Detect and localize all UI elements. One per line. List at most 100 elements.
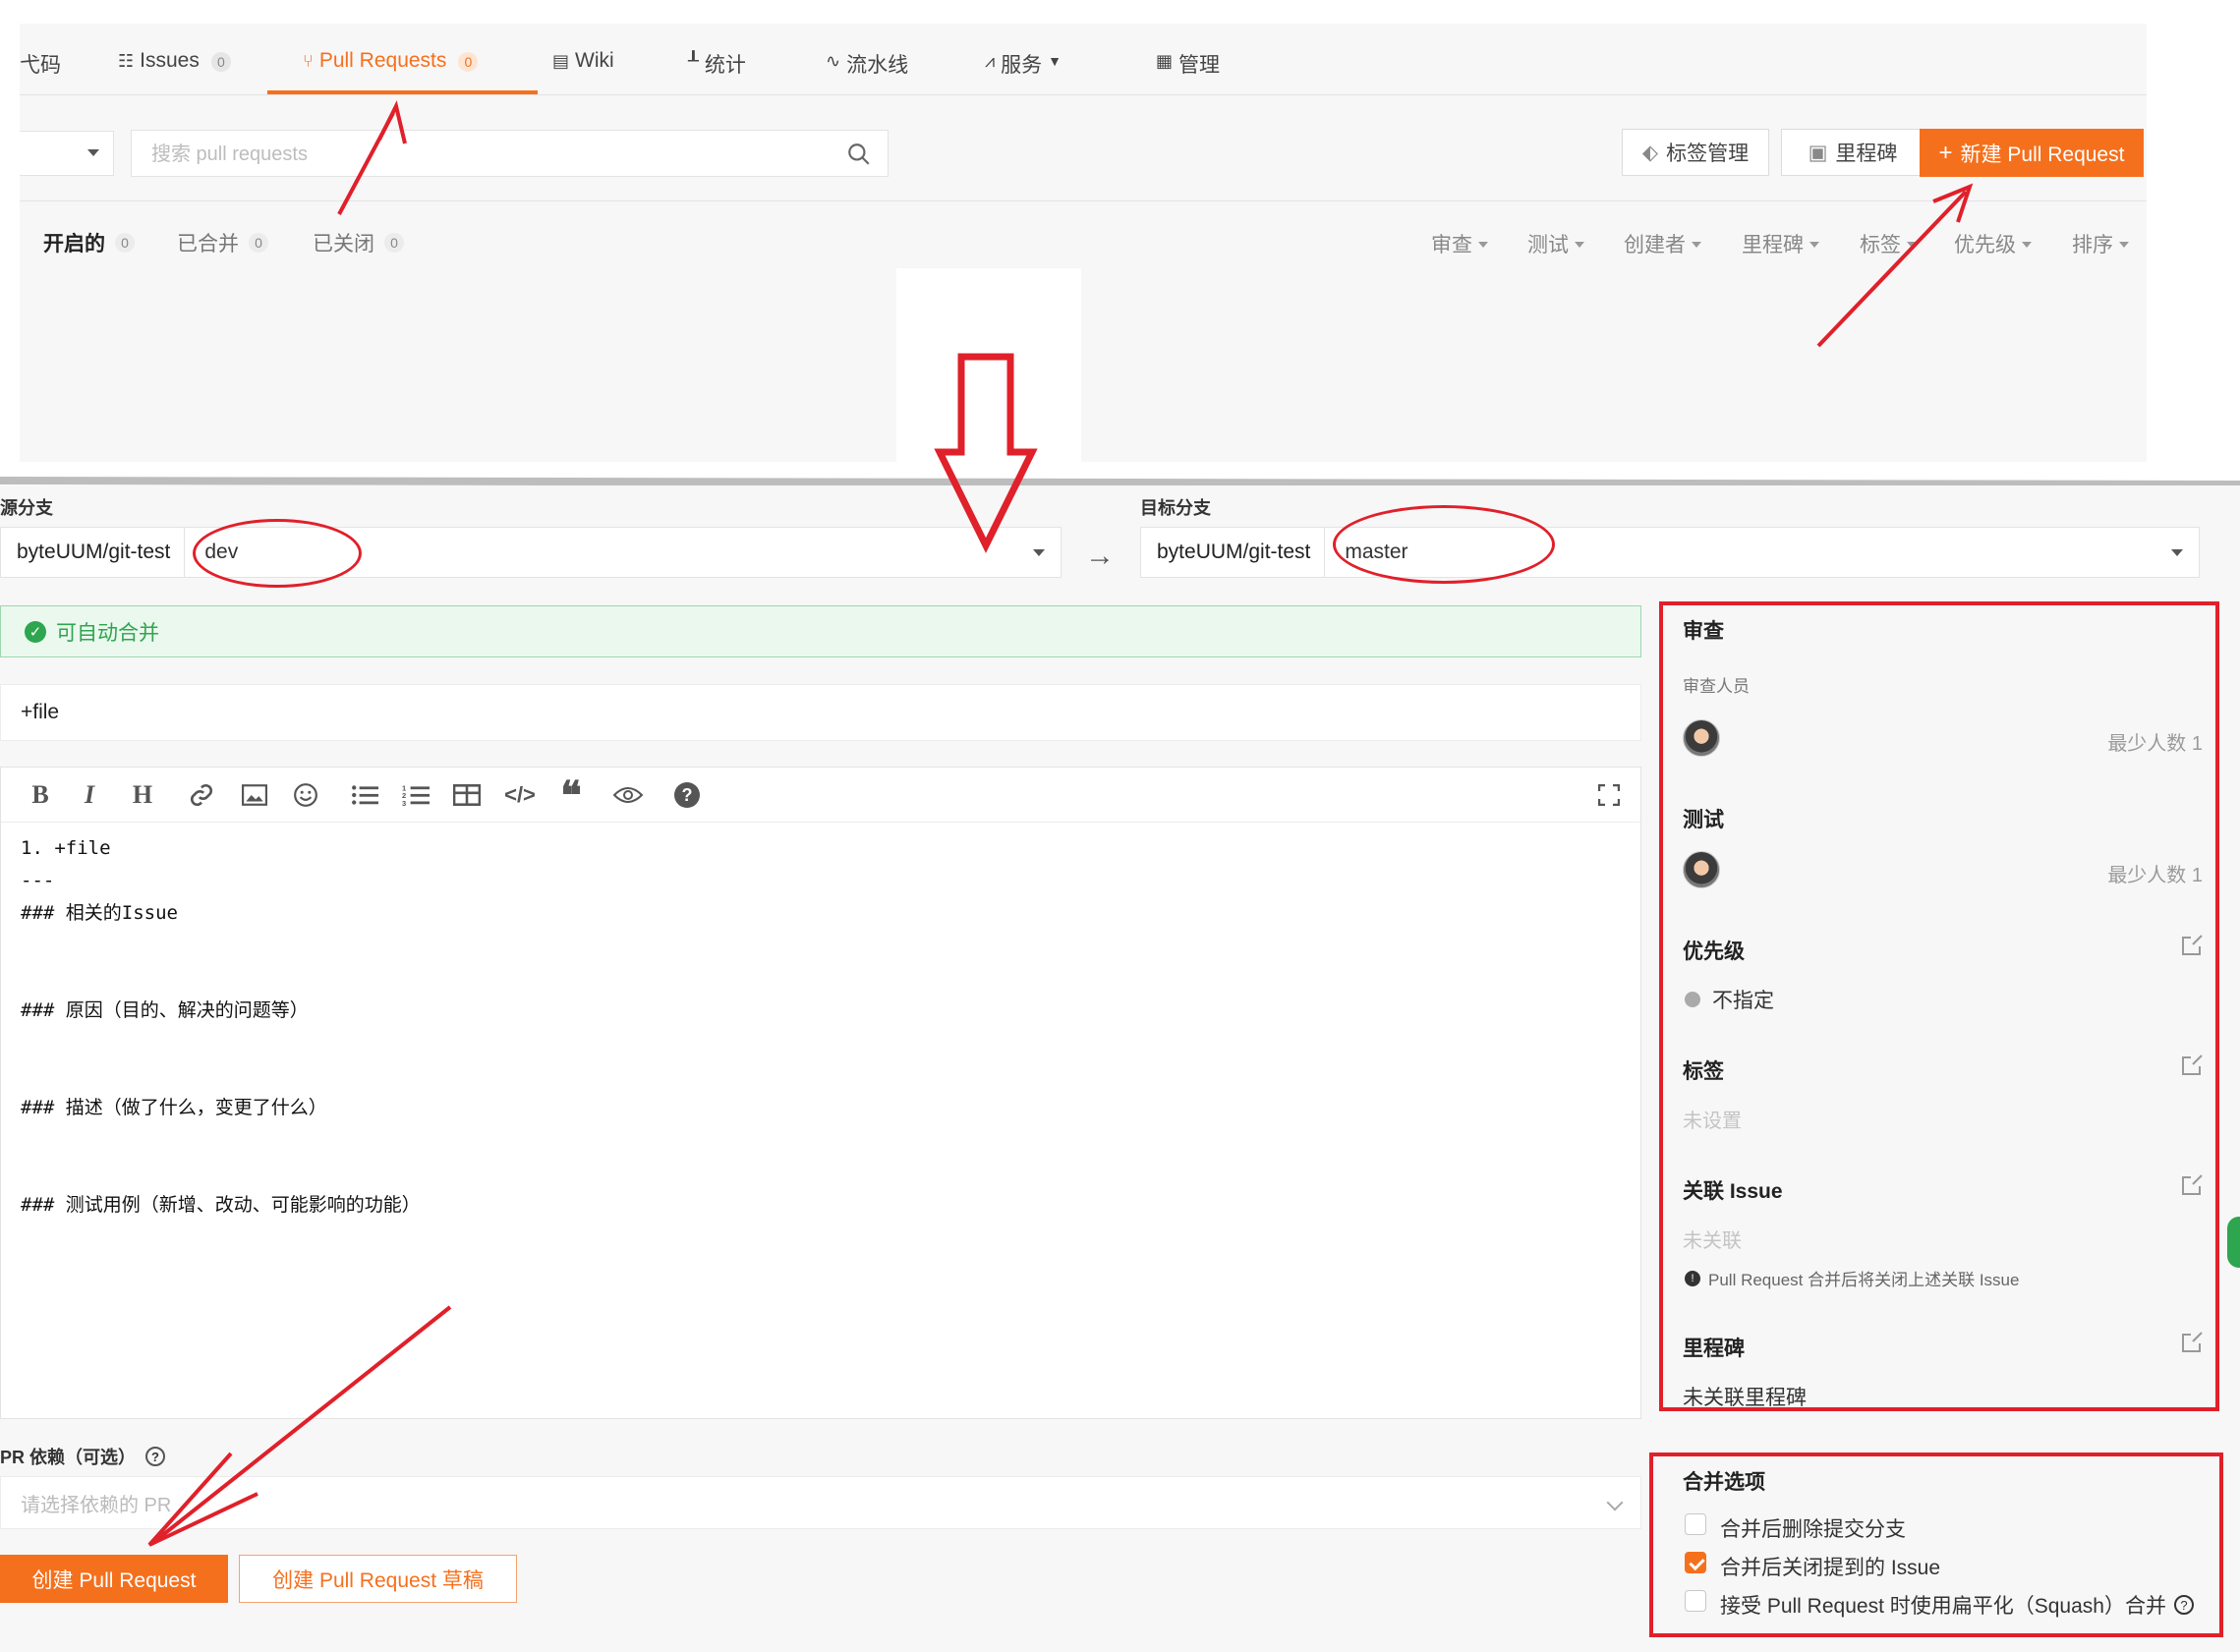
search-input[interactable] <box>151 141 820 168</box>
source-branch-value: dev <box>204 541 239 563</box>
tab-services[interactable]: ⩘ 服务 ▼ <box>985 49 1062 88</box>
svg-text:3: 3 <box>402 799 406 807</box>
image-icon[interactable] <box>237 777 272 813</box>
target-repo: byteUUM/git-test <box>1141 528 1326 577</box>
source-branch-selector[interactable]: byteUUM/git-test dev <box>0 527 1062 578</box>
issues-count-badge: 0 <box>210 52 231 72</box>
filter-label-dropdown[interactable]: 标签 <box>1860 229 1917 258</box>
ordered-list-icon[interactable]: 123 <box>398 777 433 813</box>
filter-test-dropdown[interactable]: 测试 <box>1527 229 1584 258</box>
editor-line: ### 测试用例（新增、改动、可能影响的功能） <box>21 1194 421 1216</box>
floating-green-widget[interactable] <box>2227 1217 2240 1268</box>
caret-down-icon <box>1907 242 1917 248</box>
info-icon: ! <box>1685 1270 1700 1286</box>
issues-icon: ☷ <box>118 51 135 71</box>
tab-pull-requests[interactable]: ⑂ Pull Requests 0 <box>303 49 479 88</box>
active-tab-indicator <box>267 90 538 94</box>
target-branch-selector[interactable]: byteUUM/git-test master <box>1140 527 2200 578</box>
caret-down-icon <box>1809 242 1819 248</box>
filter-sort-dropdown[interactable]: 排序 <box>2072 229 2129 258</box>
repo-tab-bar: 弋码 ☷ Issues 0 ⑂ Pull Requests 0 ▤ Wiki ┸… <box>20 24 2147 95</box>
caret-down-icon <box>1478 242 1488 248</box>
pr-title-input[interactable]: +file <box>0 684 1641 741</box>
question-circle-icon[interactable]: ? <box>2173 1595 2194 1615</box>
squash-merge-checkbox[interactable] <box>1685 1590 1706 1612</box>
labels-manage-button[interactable]: ⬖ 标签管理 <box>1622 129 1769 176</box>
search-box <box>131 130 889 177</box>
state-filter-row: 开启的 0 已合并 0 已关闭 0 审查 测试 创建者 里程碑 标签 优先级 排… <box>20 201 2147 280</box>
reviewer-avatar[interactable] <box>1683 719 1720 757</box>
source-branch-label: 源分支 <box>0 498 53 518</box>
delete-branch-checkbox[interactable] <box>1685 1513 1706 1535</box>
filter-review-dropdown[interactable]: 审查 <box>1431 229 1488 258</box>
question-circle-icon[interactable]: ? <box>145 1447 166 1466</box>
emoji-icon[interactable] <box>288 777 323 813</box>
unordered-list-icon[interactable] <box>347 777 382 813</box>
create-pull-request-button[interactable]: 创建 Pull Request <box>0 1555 228 1603</box>
quote-icon[interactable]: ❝ <box>553 773 589 818</box>
markdown-editor[interactable]: B I H 123 </> ❝ ? 1. +file --- ### 相关的Is… <box>0 767 1641 1419</box>
target-branch-label: 目标分支 <box>1140 498 1211 518</box>
caret-down-icon <box>2022 242 2032 248</box>
preview-eye-icon[interactable] <box>610 777 646 813</box>
edit-priority-icon[interactable] <box>2180 934 2204 957</box>
pull-request-icon: ⑂ <box>303 51 314 71</box>
closed-count-badge: 0 <box>384 233 404 253</box>
heading-icon[interactable]: H <box>125 777 160 813</box>
editor-line: ### 描述（做了什么，变更了什么） <box>21 1097 327 1118</box>
link-icon[interactable] <box>184 777 219 813</box>
manage-icon: ▦ <box>1156 51 1174 71</box>
caret-down-icon <box>1033 548 1045 556</box>
table-icon[interactable] <box>449 777 485 813</box>
filter-milestone-dropdown[interactable]: 里程碑 <box>1742 229 1819 258</box>
pr-dependency-select[interactable]: 请选择依赖的 PR <box>0 1476 1641 1529</box>
new-pull-request-button[interactable]: + 新建 Pull Request <box>1920 129 2144 177</box>
delete-branch-label: 合并后删除提交分支 <box>1720 1518 1906 1541</box>
tab-wiki[interactable]: ▤ Wiki <box>552 49 614 88</box>
milestone-title: 里程碑 <box>1683 1338 1745 1360</box>
state-open[interactable]: 开启的 0 <box>43 228 135 257</box>
pull-requests-list-panel: 弋码 ☷ Issues 0 ⑂ Pull Requests 0 ▤ Wiki ┸… <box>20 24 2147 486</box>
tester-avatar[interactable] <box>1683 851 1720 888</box>
priority-title: 优先级 <box>1683 940 1745 963</box>
editor-content[interactable]: 1. +file --- ### 相关的Issue ### 原因（目的、解决的问… <box>21 832 421 1222</box>
state-closed[interactable]: 已关闭 0 <box>313 228 404 257</box>
tab-pipeline[interactable]: ∿ 流水线 <box>826 49 908 88</box>
tag-icon: ⬖ <box>1641 141 1659 164</box>
pull-requests-count-badge: 0 <box>458 52 479 72</box>
test-title: 测试 <box>1683 809 1724 831</box>
editor-line: --- <box>21 870 55 891</box>
close-issue-checkbox[interactable] <box>1685 1552 1706 1573</box>
help-icon[interactable]: ? <box>669 777 705 813</box>
create-draft-button[interactable]: 创建 Pull Request 草稿 <box>239 1555 517 1603</box>
italic-icon[interactable]: I <box>72 777 107 813</box>
tab-issues[interactable]: ☷ Issues 0 <box>118 49 231 88</box>
filter-author-dropdown[interactable]: 创建者 <box>1624 229 1701 258</box>
search-icon[interactable] <box>846 142 872 167</box>
state-merged[interactable]: 已合并 0 <box>177 228 268 257</box>
tab-statistics[interactable]: ┸ 统计 <box>688 49 746 88</box>
tab-code[interactable]: 弋码 <box>20 49 61 88</box>
priority-value: 不指定 <box>1685 985 1774 1014</box>
edit-labels-icon[interactable] <box>2180 1054 2204 1077</box>
tab-manage[interactable]: ▦ 管理 <box>1156 49 1220 88</box>
check-circle-icon: ✓ <box>25 620 46 643</box>
edit-issue-icon[interactable] <box>2180 1173 2204 1197</box>
merged-count-badge: 0 <box>249 233 268 253</box>
priority-dot-icon <box>1685 992 1700 1007</box>
review-min-count: 最少人数 1 <box>2107 733 2203 755</box>
code-icon[interactable]: </> <box>502 777 538 813</box>
fullscreen-icon[interactable] <box>1591 777 1627 813</box>
caret-down-icon <box>87 149 99 156</box>
bold-icon[interactable]: B <box>23 777 58 813</box>
edit-milestone-icon[interactable] <box>2180 1331 2204 1354</box>
issue-close-note: ! Pull Request 合并后将关闭上述关联 Issue <box>1685 1266 2019 1290</box>
wiki-icon: ▤ <box>552 51 570 71</box>
editor-line: 1. +file <box>21 837 111 859</box>
pipeline-icon: ∿ <box>826 51 841 71</box>
filter-select[interactable] <box>20 131 114 176</box>
filter-priority-dropdown[interactable]: 优先级 <box>1954 229 2032 258</box>
milestones-button[interactable]: ▣ 里程碑 <box>1781 129 1924 176</box>
